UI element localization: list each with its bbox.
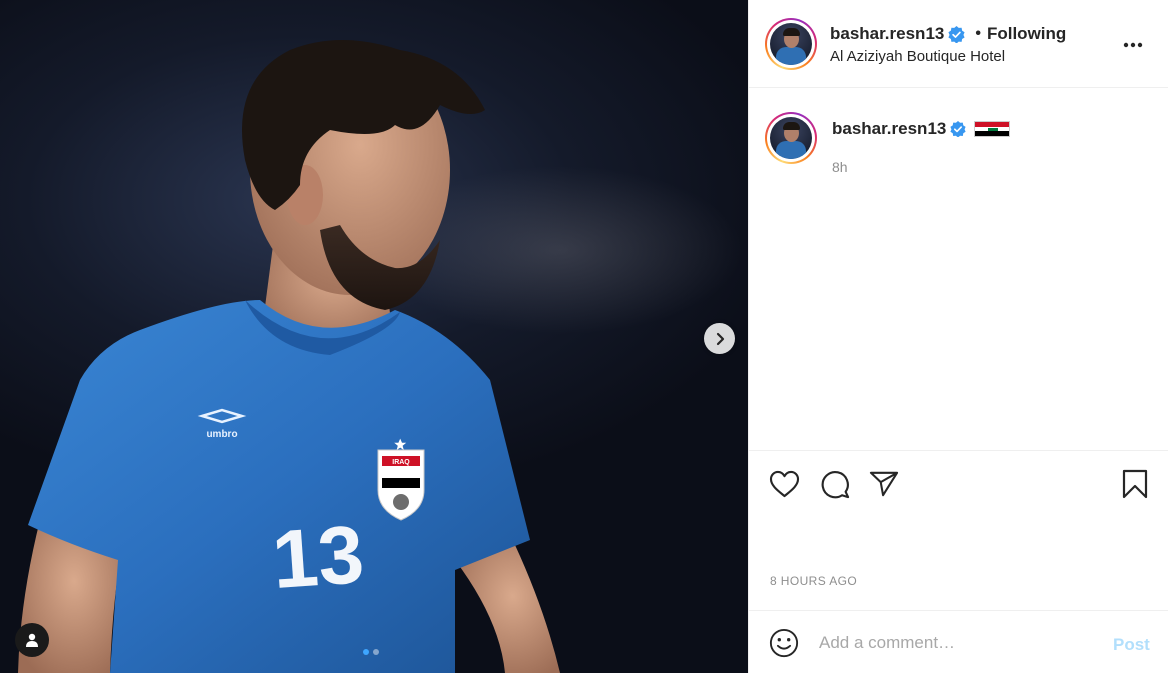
- post-header: bashar.resn13 • Following Al Aziziyah Bo…: [749, 0, 1168, 88]
- caption-time[interactable]: 8h: [832, 159, 848, 175]
- carousel-next-button[interactable]: [704, 323, 735, 354]
- more-horizontal-icon: [1123, 42, 1143, 48]
- comment-input[interactable]: [819, 631, 1099, 655]
- post-details-pane: bashar.resn13 • Following Al Aziziyah Bo…: [748, 0, 1168, 673]
- jersey-number: 13: [269, 509, 366, 606]
- comment-bubble-icon: [821, 470, 849, 498]
- carousel-dot: [373, 649, 379, 655]
- caption-line: bashar.resn13: [832, 119, 1011, 139]
- heart-icon: [769, 470, 799, 498]
- separator-dot: •: [975, 25, 981, 42]
- bookmark-icon: [1122, 469, 1148, 499]
- header-username-link[interactable]: bashar.resn13: [830, 24, 944, 44]
- comment-button[interactable]: [817, 467, 851, 501]
- post-comment-button[interactable]: Post: [1113, 635, 1150, 655]
- verified-badge-icon: [950, 121, 966, 137]
- caption-avatar[interactable]: [765, 112, 817, 164]
- caption-area: [749, 88, 1168, 450]
- like-button[interactable]: [767, 467, 801, 501]
- following-button[interactable]: Following: [987, 24, 1066, 44]
- user-tag-icon: [26, 633, 38, 647]
- iraq-flag-icon: [974, 121, 1011, 137]
- caption-username-link[interactable]: bashar.resn13: [832, 119, 946, 139]
- carousel-indicator: [363, 649, 379, 655]
- carousel-dot-active: [363, 649, 369, 655]
- avatar[interactable]: [765, 18, 817, 70]
- comment-bar: Post: [749, 610, 1168, 673]
- chevron-right-icon: [716, 332, 724, 345]
- smiley-icon: [769, 628, 799, 658]
- paper-plane-icon: [869, 471, 899, 497]
- post-photo[interactable]: umbro IRAQ 13: [0, 0, 748, 673]
- emoji-button[interactable]: [767, 626, 801, 660]
- location-link[interactable]: Al Aziziyah Boutique Hotel: [830, 48, 1005, 65]
- post-timestamp[interactable]: 8 HOURS AGO: [770, 574, 857, 588]
- action-bar: [749, 450, 1168, 570]
- jersey-brand-text: umbro: [206, 429, 237, 440]
- verified-badge-icon: [948, 25, 965, 43]
- save-button[interactable]: [1118, 467, 1152, 501]
- tagged-users-button[interactable]: [15, 623, 49, 657]
- player-photo: umbro IRAQ 13: [18, 40, 560, 673]
- share-button[interactable]: [867, 467, 901, 501]
- more-options-button[interactable]: [1121, 33, 1145, 57]
- crest-text: IRAQ: [392, 459, 410, 466]
